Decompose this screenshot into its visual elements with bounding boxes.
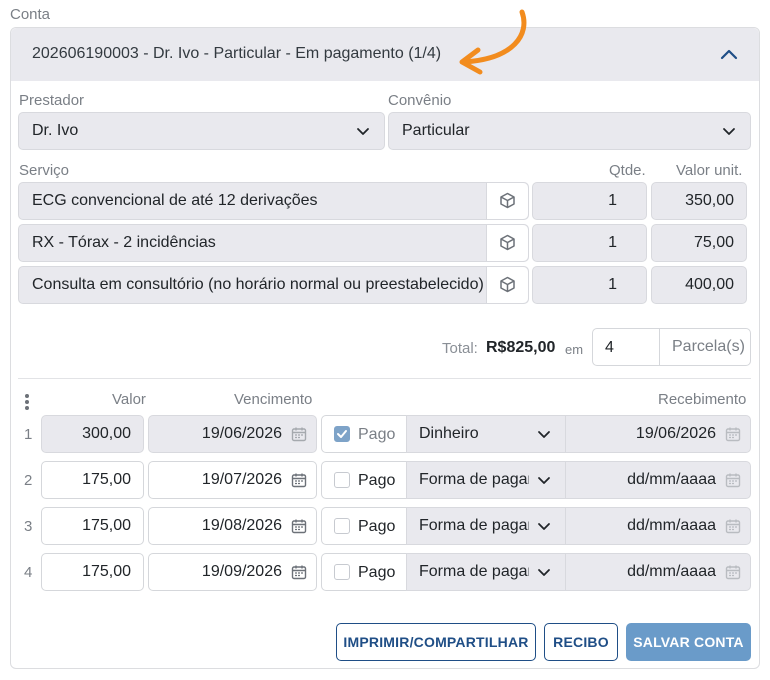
service-row-2[interactable]: RX - Tórax - 2 incidências (18, 224, 529, 262)
calendar-icon (725, 427, 741, 442)
calendar-icon[interactable] (291, 518, 307, 534)
paid-checkbox[interactable] (334, 518, 350, 534)
receipt-button[interactable]: RECIBO (544, 623, 618, 661)
print-share-button[interactable]: IMPRIMIR/COMPARTILHAR (336, 623, 536, 661)
service-cube-button[interactable] (486, 225, 528, 261)
service-row-1[interactable]: ECG convencional de até 12 derivações (18, 182, 529, 220)
installment-due-4[interactable]: 19/09/2026 (148, 553, 317, 591)
cube-icon (500, 192, 515, 209)
service-qty-3: 1 (532, 266, 647, 304)
installment-value-2[interactable]: 175,00 (41, 461, 144, 499)
installment-due-1: 19/06/2026 (148, 415, 317, 453)
service-name: Consulta em consultório (no horário norm… (32, 276, 484, 293)
receipt-date-3: dd/mm/aaaa (565, 507, 751, 545)
service-name: ECG convencional de até 12 derivações (32, 192, 318, 209)
account-title: 202606190003 - Dr. Ivo - Particular - Em… (32, 45, 442, 62)
installment-value-3[interactable]: 175,00 (41, 507, 144, 545)
installment-due-2[interactable]: 19/07/2026 (148, 461, 317, 499)
prestador-value: Dr. Ivo (32, 122, 79, 139)
convenio-label: Convênio (388, 92, 452, 109)
service-cube-button[interactable] (486, 267, 528, 303)
prestador-select[interactable]: Dr. Ivo (18, 112, 385, 150)
installment-number: 1 (24, 426, 33, 443)
cube-icon (500, 234, 515, 251)
payment-method-select-2[interactable]: Forma de pagamento (406, 461, 566, 499)
calendar-icon (725, 565, 741, 580)
service-unit-value-2: 75,00 (651, 224, 747, 262)
save-account-button[interactable]: SALVAR CONTA (626, 623, 751, 661)
calendar-icon (291, 427, 307, 442)
installment-paid-toggle-3[interactable]: Pago (321, 507, 407, 545)
convenio-select[interactable]: Particular (388, 112, 751, 150)
total-value: R$825,00 (486, 339, 556, 356)
parcelas-input[interactable]: 4 (605, 339, 614, 357)
chevron-down-icon (723, 128, 735, 135)
parcelas-suffix: Parcela(s) (659, 329, 750, 365)
calendar-icon[interactable] (291, 472, 307, 488)
installment-paid-toggle-2[interactable]: Pago (321, 461, 407, 499)
paid-label: Pago (358, 426, 396, 443)
valor-unit-header: Valor unit. (676, 162, 743, 179)
vertical-dots-icon[interactable] (24, 393, 30, 411)
prestador-label: Prestador (19, 92, 85, 109)
installment-paid-toggle-1[interactable]: Pago (321, 415, 407, 453)
paid-label: Pago (358, 472, 396, 489)
payment-method-select-3[interactable]: Forma de pagamento (406, 507, 566, 545)
chevron-down-icon (538, 431, 550, 438)
paid-checkbox[interactable] (334, 472, 350, 488)
payment-method-select-4[interactable]: Forma de pagamento (406, 553, 566, 591)
service-unit-value-3: 400,00 (651, 266, 747, 304)
chevron-up-icon[interactable] (719, 45, 739, 65)
service-qty-2: 1 (532, 224, 647, 262)
em-label: em (565, 342, 584, 357)
service-qty-1: 1 (532, 182, 647, 220)
qtde-header: Qtde. (609, 162, 646, 179)
chevron-down-icon (357, 128, 369, 135)
parcelas-input-group: 4 Parcela(s) (592, 328, 751, 366)
chevron-down-icon (538, 477, 550, 484)
installment-paid-toggle-4[interactable]: Pago (321, 553, 407, 591)
paid-checkbox[interactable] (334, 426, 350, 442)
installment-number: 4 (24, 564, 33, 581)
installment-value-4[interactable]: 175,00 (41, 553, 144, 591)
chevron-down-icon (538, 569, 550, 576)
paid-label: Pago (358, 518, 396, 535)
valor-header: Valor (112, 391, 146, 408)
receipt-date-1: 19/06/2026 (565, 415, 751, 453)
service-name: RX - Tórax - 2 incidências (32, 234, 216, 251)
service-row-3[interactable]: Consulta em consultório (no horário norm… (18, 266, 529, 304)
servico-header: Serviço (19, 162, 70, 179)
calendar-icon[interactable] (291, 564, 307, 580)
calendar-icon (725, 473, 741, 488)
service-unit-value-1: 350,00 (651, 182, 747, 220)
receipt-date-4: dd/mm/aaaa (565, 553, 751, 591)
payment-method-select-1[interactable]: Dinheiro (406, 415, 566, 453)
recebimento-header: Recebimento (658, 391, 747, 408)
paid-checkbox[interactable] (334, 564, 350, 580)
convenio-value: Particular (402, 122, 470, 139)
calendar-icon (725, 519, 741, 534)
service-cube-button[interactable] (486, 183, 528, 219)
receipt-date-2: dd/mm/aaaa (565, 461, 751, 499)
installment-number: 2 (24, 472, 33, 489)
installment-due-3[interactable]: 19/08/2026 (148, 507, 317, 545)
section-label-conta: Conta (10, 6, 51, 23)
installment-value-1: 300,00 (41, 415, 144, 453)
cube-icon (500, 276, 515, 293)
installment-number: 3 (24, 518, 33, 535)
chevron-down-icon (538, 523, 550, 530)
paid-label: Pago (358, 564, 396, 581)
total-label: Total: (442, 340, 478, 357)
check-icon (337, 430, 347, 438)
account-header[interactable]: 202606190003 - Dr. Ivo - Particular - Em… (11, 28, 759, 81)
divider (18, 378, 751, 379)
vencimento-header: Vencimento (234, 391, 313, 408)
